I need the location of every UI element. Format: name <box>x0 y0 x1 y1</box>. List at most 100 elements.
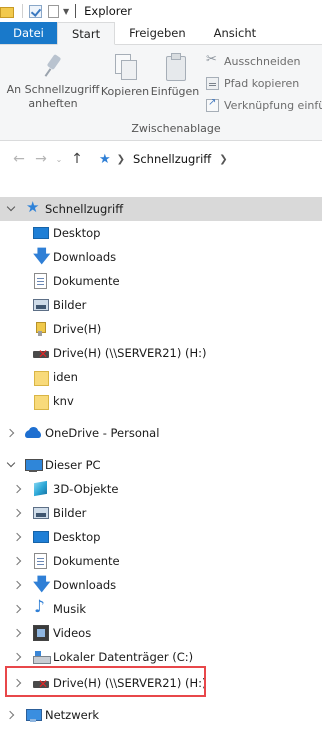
tree-item[interactable]: iden <box>0 365 322 389</box>
tree-item[interactable]: Bilder <box>0 501 322 525</box>
tree-item-onedrive[interactable]: OneDrive - Personal <box>0 421 322 445</box>
chevron-right-icon[interactable] <box>14 652 24 662</box>
disconnected-network-drive-icon <box>33 345 49 361</box>
tree-item-network-drive[interactable]: Drive(H) (\\SERVER21) (H:) <box>0 671 322 695</box>
tree-item[interactable]: Drive(H) <box>0 317 322 341</box>
tree-item[interactable]: Downloads <box>0 244 322 273</box>
tree-item-this-pc[interactable]: Dieser PC <box>0 453 322 477</box>
pin-to-quick-access-button[interactable]: An Schnellzugriff anheften <box>6 53 100 111</box>
tab-file[interactable]: Datei <box>0 22 57 44</box>
tree-item-label: OneDrive - Personal <box>45 426 160 440</box>
tree-item[interactable]: 3D-Objekte <box>0 477 322 501</box>
chevron-right-icon[interactable] <box>7 428 17 438</box>
paste-button[interactable]: Einfügen <box>150 53 200 99</box>
3d-objects-icon <box>33 481 49 497</box>
tree-item[interactable]: Dokumente <box>0 269 322 293</box>
chevron-right-icon[interactable] <box>14 678 24 688</box>
paste-shortcut-label: Verknüpfung einfü <box>224 98 322 112</box>
arrow-left-icon[interactable]: ← <box>8 151 30 167</box>
clipboard-icon <box>162 53 188 81</box>
documents-icon <box>34 273 47 289</box>
tab-view[interactable]: Ansicht <box>200 22 270 44</box>
tab-home[interactable]: Start <box>57 22 116 45</box>
chevron-right-icon[interactable]: ❯ <box>219 154 227 165</box>
onedrive-icon <box>25 425 41 441</box>
tree-item-label: 3D-Objekte <box>53 482 119 496</box>
paste-label: Einfügen <box>150 85 200 98</box>
tree-item[interactable]: Dokumente <box>0 549 322 573</box>
copy-path-label: Pfad kopieren <box>224 76 300 90</box>
scissors-icon <box>206 52 219 68</box>
pin-label-line1: An Schnellzugriff <box>6 83 100 96</box>
arrow-up-icon[interactable]: ↑ <box>66 151 88 167</box>
folder-icon <box>33 369 49 386</box>
copy-path-icon <box>206 76 219 90</box>
desktop-icon <box>33 227 49 239</box>
chevron-right-icon[interactable] <box>14 508 24 518</box>
star-icon <box>26 198 42 217</box>
folder-icon <box>33 393 49 410</box>
tree-item[interactable]: Drive(H) (\\SERVER21) (H:) <box>0 341 322 365</box>
address-bar[interactable]: ★ ❯ Schnellzugriff ❯ <box>94 147 322 171</box>
pictures-icon <box>33 299 49 311</box>
tree-item[interactable]: Desktop <box>0 525 322 549</box>
clipboard-group-label: Zwischenablage <box>131 122 221 135</box>
chevron-right-icon[interactable] <box>14 532 24 542</box>
tree-item[interactable]: Videos <box>0 621 322 645</box>
tree-item-label: Desktop <box>53 226 101 240</box>
cut-button[interactable]: Ausschneiden <box>206 52 301 70</box>
pin-icon <box>40 53 66 79</box>
tree-item-quick-access[interactable]: Schnellzugriff <box>0 197 322 221</box>
ribbon-clipboard-group: An Schnellzugriff anheften Kopieren Einf… <box>0 45 322 141</box>
tree-item-label: Lokaler Datenträger (C:) <box>53 650 194 664</box>
tree-item-network[interactable]: Netzwerk <box>0 703 322 727</box>
tree-item[interactable]: Downloads <box>0 572 322 601</box>
chevron-right-icon[interactable] <box>14 604 24 614</box>
tree-item-label: Downloads <box>53 578 117 592</box>
desktop-icon <box>33 531 49 543</box>
tab-share[interactable]: Freigeben <box>115 22 200 44</box>
paste-shortcut-button[interactable]: Verknüpfung einfü <box>206 96 322 114</box>
chevron-right-icon[interactable] <box>14 484 24 494</box>
tree-item-label: Musik <box>53 602 87 616</box>
title-bar: ▼ Explorer <box>0 0 322 22</box>
address-current-location[interactable]: Schnellzugriff <box>133 152 211 166</box>
ribbon-tabs: Datei Start Freigeben Ansicht <box>0 22 322 45</box>
tree-item-label: Downloads <box>53 250 117 264</box>
chevron-right-icon[interactable] <box>14 556 24 566</box>
tree-item-label: knv <box>53 394 74 408</box>
tree-item-label: Drive(H) (\\SERVER21) (H:) <box>53 676 207 690</box>
chevron-down-icon[interactable] <box>7 460 17 470</box>
title-separator <box>75 4 77 18</box>
chevron-right-icon[interactable]: ❯ <box>117 154 125 165</box>
tree-item-label: Schnellzugriff <box>45 202 124 216</box>
arrow-right-icon[interactable]: → <box>30 151 52 167</box>
quick-access-toolbar-dropdown-icon[interactable]: ▼ <box>63 7 69 16</box>
documents-icon <box>34 553 47 569</box>
disconnected-network-drive-icon <box>33 675 49 691</box>
computer-icon <box>25 457 43 473</box>
tree-item-label: Bilder <box>53 506 87 520</box>
tree-item-label: Dieser PC <box>45 458 101 472</box>
chevron-down-icon[interactable] <box>7 204 17 214</box>
recent-locations-dropdown-icon[interactable]: ⌄ <box>52 155 66 164</box>
star-icon: ★ <box>99 151 111 167</box>
tree-item-label: Dokumente <box>53 554 120 568</box>
chevron-right-icon[interactable] <box>7 710 17 720</box>
copy-path-button[interactable]: Pfad kopieren <box>206 74 299 92</box>
tree-item[interactable]: Bilder <box>0 293 322 317</box>
properties-icon[interactable] <box>29 4 42 18</box>
tree-item-label: Bilder <box>53 298 87 312</box>
chevron-right-icon[interactable] <box>14 580 24 590</box>
downloads-icon <box>33 572 50 601</box>
navigation-bar: ← → ⌄ ↑ ★ ❯ Schnellzugriff ❯ <box>0 141 322 177</box>
copy-button[interactable]: Kopieren <box>100 53 150 99</box>
tree-item[interactable]: Desktop <box>0 221 322 245</box>
tree-item[interactable]: Musik <box>0 597 322 621</box>
tree-item-label: Netzwerk <box>45 708 100 722</box>
chevron-right-icon[interactable] <box>14 628 24 638</box>
new-folder-icon[interactable] <box>48 4 59 18</box>
usb-drive-icon <box>34 321 46 337</box>
tree-item[interactable]: knv <box>0 389 322 413</box>
tree-item[interactable]: Lokaler Datenträger (C:) <box>0 645 322 669</box>
